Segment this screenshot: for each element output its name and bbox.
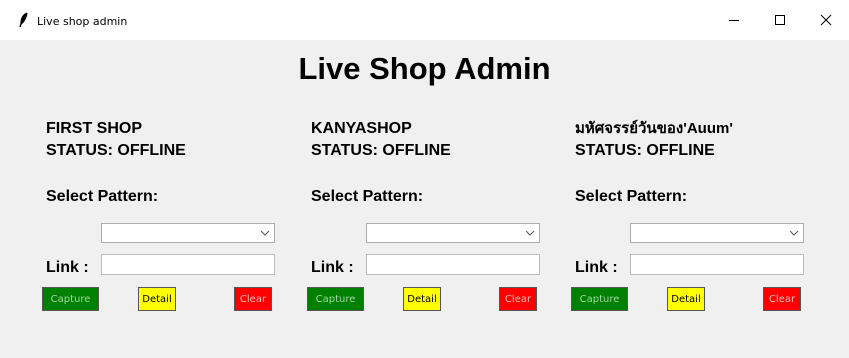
link-input[interactable] <box>630 254 804 275</box>
chevron-down-icon <box>525 230 535 236</box>
pattern-select[interactable] <box>101 223 275 243</box>
chevron-down-icon <box>260 230 270 236</box>
capture-button[interactable]: Capture <box>307 287 364 311</box>
link-input[interactable] <box>101 254 275 275</box>
select-pattern-label: Select Pattern: <box>46 188 159 205</box>
title-bar: Live shop admin <box>0 0 849 40</box>
minimize-icon <box>729 20 739 21</box>
pattern-select[interactable] <box>366 223 540 243</box>
maximize-button[interactable] <box>757 0 803 40</box>
select-pattern-label: Select Pattern: <box>575 188 688 205</box>
link-input[interactable] <box>366 254 540 275</box>
capture-button[interactable]: Capture <box>42 287 99 311</box>
detail-button[interactable]: Detail <box>403 287 441 311</box>
minimize-button[interactable] <box>711 0 757 40</box>
shop-status: STATUS: OFFLINE <box>575 142 715 159</box>
chevron-down-icon <box>789 230 799 236</box>
clear-button[interactable]: Clear <box>234 287 272 311</box>
shop-status: STATUS: OFFLINE <box>311 142 451 159</box>
feather-icon <box>19 12 28 28</box>
maximize-icon <box>775 15 785 25</box>
pattern-select[interactable] <box>630 223 804 243</box>
shop-status: STATUS: OFFLINE <box>46 142 186 159</box>
clear-button[interactable]: Clear <box>499 287 537 311</box>
page-title: Live Shop Admin <box>298 51 551 86</box>
detail-button[interactable]: Detail <box>667 287 705 311</box>
shop-name: KANYASHOP <box>311 120 412 137</box>
link-label: Link : <box>575 259 618 276</box>
link-label: Link : <box>46 259 89 276</box>
close-icon <box>820 14 832 26</box>
close-button[interactable] <box>803 0 849 40</box>
select-pattern-label: Select Pattern: <box>311 188 424 205</box>
clear-button[interactable]: Clear <box>763 287 801 311</box>
capture-button[interactable]: Capture <box>571 287 628 311</box>
shop-name: มหัศจรรย์วันของ'Auum' <box>575 120 733 137</box>
detail-button[interactable]: Detail <box>138 287 176 311</box>
link-label: Link : <box>311 259 354 276</box>
shop-name: FIRST SHOP <box>46 120 143 137</box>
window-title: Live shop admin <box>37 15 128 28</box>
